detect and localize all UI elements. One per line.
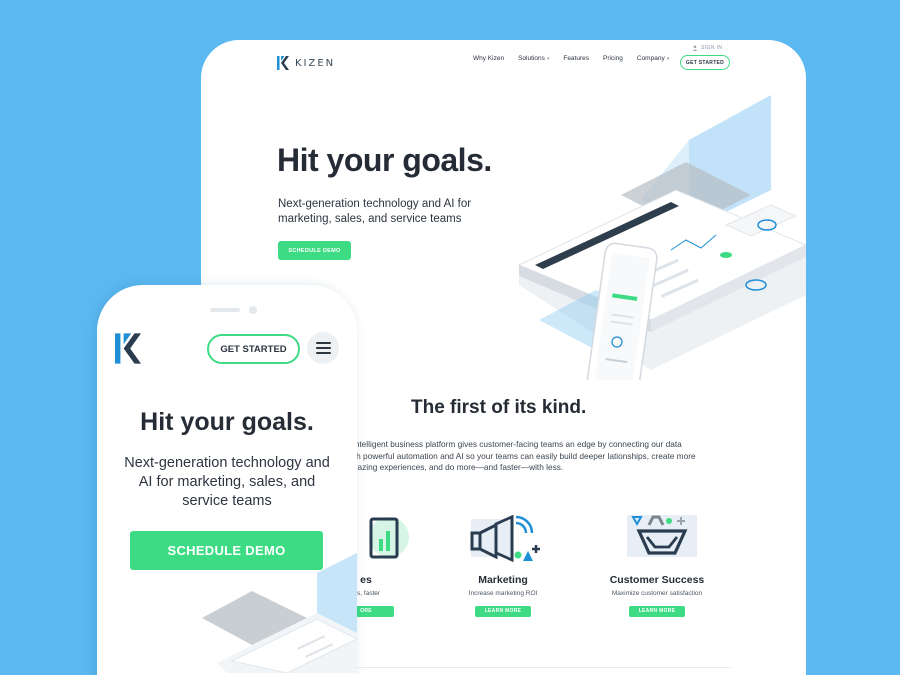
kizen-logo-icon (277, 56, 289, 70)
hero-title: Hit your goals. (277, 142, 492, 178)
kizen-logo-icon[interactable] (115, 333, 141, 364)
hero-subtitle: Next-generation technology and AI for ma… (278, 198, 472, 225)
brand-name: KIZEN (295, 57, 336, 69)
feature-marketing-desc: Increase marketing ROI (468, 590, 538, 597)
feature-customer-success: Customer Success Maximize customer satis… (592, 515, 722, 617)
nav-why-kizen[interactable]: Why Kizen (473, 55, 504, 62)
nav-pricing-label: Pricing (603, 55, 623, 62)
nav-solutions-label: Solutions (518, 55, 545, 62)
schedule-demo-button[interactable]: SCHEDULE DEMO (278, 241, 351, 260)
feature-marketing-title: Marketing (478, 574, 528, 586)
phone-speaker (210, 308, 240, 312)
hamburger-menu-icon[interactable] (307, 332, 339, 364)
divider (346, 667, 731, 668)
mobile-hero-subtitle: Next-generation technology and AI for ma… (124, 455, 330, 509)
phone-camera (249, 306, 257, 314)
mobile-frame: GET STARTED Hit your goals. Next-generat… (97, 285, 357, 675)
megaphone-icon (470, 514, 540, 563)
nav-company-label: Company (636, 55, 665, 62)
feature-customer-success-learn-more[interactable]: LEARN MORE (629, 606, 685, 617)
feature-customer-success-desc: Maximize customer satisfaction (611, 590, 703, 597)
chevron-down-icon: ▾ (666, 56, 670, 62)
product-illustration (517, 95, 806, 380)
mobile-schedule-demo-button[interactable]: SCHEDULE DEMO (130, 531, 323, 570)
mobile-hero-title: Hit your goals. (140, 408, 314, 436)
user-icon (692, 45, 698, 51)
nav-why-kizen-label: Why Kizen (473, 55, 505, 62)
nav-solutions[interactable]: Solutions ▾ (518, 55, 549, 62)
nav-company[interactable]: Company ▾ (637, 55, 669, 62)
get-started-button[interactable]: GET STARTED (680, 55, 730, 70)
logo[interactable]: KIZEN (277, 56, 335, 70)
section-title: The first of its kind. (411, 397, 587, 418)
nav-features[interactable]: Features (563, 55, 589, 62)
feature-marketing: Marketing Increase marketing ROI LEARN M… (438, 514, 568, 617)
customer-success-icon (627, 515, 697, 557)
feature-marketing-learn-more[interactable]: LEARN MORE (475, 606, 531, 617)
chevron-down-icon: ▾ (546, 56, 550, 62)
sign-in-label: SIGN IN (701, 45, 723, 51)
section-body: n intelligent business platform gives cu… (346, 439, 696, 473)
mobile-product-illustration (202, 553, 357, 673)
mobile-get-started-button[interactable]: GET STARTED (207, 334, 300, 364)
main-nav: Why Kizen Solutions ▾ Features Pricing Co… (473, 55, 683, 62)
sign-in-link[interactable]: SIGN IN (692, 45, 722, 51)
feature-customer-success-title: Customer Success (609, 574, 705, 586)
nav-features-label: Features (563, 55, 589, 62)
nav-pricing[interactable]: Pricing (603, 55, 623, 62)
